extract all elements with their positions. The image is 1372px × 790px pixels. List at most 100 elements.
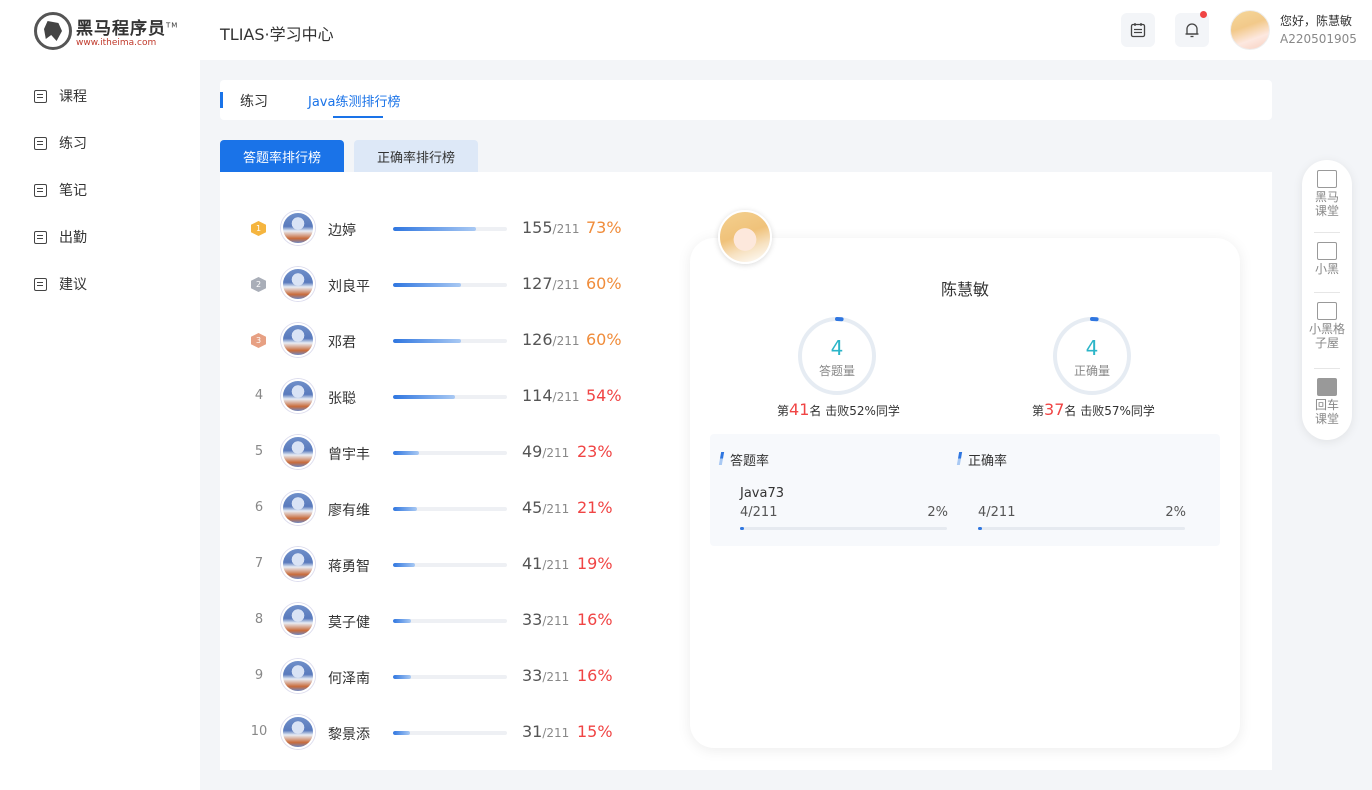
gold-medal-icon: 1 bbox=[251, 221, 266, 236]
progress-fill bbox=[393, 675, 412, 679]
correct-rate-percent: 2% bbox=[1165, 505, 1186, 520]
rank-number: 9 bbox=[254, 668, 264, 683]
page-title: TLIAS·学习中心 bbox=[220, 25, 334, 44]
correct-rate-title: 正确率 bbox=[968, 450, 1007, 469]
silver-medal-icon: 2 bbox=[251, 277, 266, 292]
horse-logo-icon bbox=[34, 12, 72, 50]
rank-number: 4 bbox=[254, 388, 264, 403]
answer-percent: 54% bbox=[586, 386, 622, 405]
float-divider bbox=[1314, 232, 1340, 233]
progress-fill bbox=[393, 339, 462, 343]
user-id: A220501905 bbox=[1280, 32, 1357, 46]
progress-bar bbox=[393, 395, 507, 399]
ranking-row: 8 莫子健 33/211 16% bbox=[220, 600, 640, 640]
answer-count: 45/211 bbox=[522, 498, 570, 517]
classroom-icon bbox=[1317, 170, 1337, 188]
float-item-enter-classroom[interactable]: 回车课堂 bbox=[1302, 378, 1352, 426]
progress-fill bbox=[393, 283, 462, 287]
bronze-medal-icon: 3 bbox=[251, 333, 266, 348]
progress-fill bbox=[393, 227, 477, 231]
answer-count: 41/211 bbox=[522, 554, 570, 573]
avatar bbox=[281, 379, 315, 413]
suggestion-icon bbox=[34, 277, 47, 291]
brand-name: 黑马程序员TM bbox=[76, 19, 179, 39]
answer-count-label: 答题量 bbox=[818, 364, 855, 378]
correct-rate-bar bbox=[978, 527, 1185, 530]
student-name: 何泽南 bbox=[328, 671, 370, 687]
tab-practice[interactable]: 练习 bbox=[240, 91, 268, 111]
sidebar-item-attendance[interactable]: 出勤 bbox=[34, 225, 87, 249]
calendar-icon bbox=[1130, 23, 1146, 38]
sidebar-item-label: 建议 bbox=[59, 277, 87, 293]
correct-rate-ranking-button[interactable]: 正确率排行榜 bbox=[354, 140, 478, 172]
sidebar-item-label: 课程 bbox=[59, 89, 87, 105]
answer-rank-text: 第41名 击败52%同学 bbox=[777, 400, 900, 419]
answer-count: 155/211 bbox=[522, 218, 580, 237]
progress-bar bbox=[393, 619, 507, 623]
progress-fill bbox=[393, 507, 417, 511]
answer-rate-percent: 2% bbox=[927, 505, 948, 520]
ranking-row: 4 张聪 114/211 54% bbox=[220, 376, 640, 416]
sidebar-item-label: 笔记 bbox=[59, 183, 87, 199]
tab-bar: 练习 Java练测排行榜 bbox=[220, 80, 1272, 120]
profile-card: 陈慧敏 4 答题量 第41名 击败52%同学 4 正确量 第37名 击败57%同… bbox=[690, 238, 1240, 748]
progress-bar bbox=[393, 507, 507, 511]
rank-number: 2 bbox=[255, 280, 262, 289]
answer-count: 33/211 bbox=[522, 610, 570, 629]
progress-bar bbox=[393, 675, 507, 679]
answer-percent: 15% bbox=[577, 722, 613, 741]
brand-url: www.itheima.com bbox=[76, 38, 157, 48]
student-name: 刘良平 bbox=[328, 279, 370, 295]
answer-count: 127/211 bbox=[522, 274, 580, 293]
answer-rate-fraction: 4/211 bbox=[740, 505, 778, 520]
ranking-row: 7 蒋勇智 41/211 19% bbox=[220, 544, 640, 584]
answer-percent: 19% bbox=[577, 554, 613, 573]
answer-count: 126/211 bbox=[522, 330, 580, 349]
answer-count-gauge: 4 答题量 bbox=[797, 316, 877, 396]
sidebar-item-course[interactable]: 课程 bbox=[34, 84, 87, 108]
float-divider bbox=[1314, 292, 1340, 293]
correct-rate-fraction: 4/211 bbox=[978, 505, 1016, 520]
answer-rate-fill bbox=[740, 527, 745, 530]
answer-percent: 60% bbox=[586, 274, 622, 293]
float-item-classroom[interactable]: 黑马课堂 bbox=[1302, 170, 1352, 218]
float-item-grid-house[interactable]: 小黑格子屋 bbox=[1302, 302, 1352, 350]
ranking-row: 9 何泽南 33/211 16% bbox=[220, 656, 640, 696]
correct-rate-fill bbox=[978, 527, 983, 530]
progress-bar bbox=[393, 451, 507, 455]
answer-rate-ranking-button[interactable]: 答题率排行榜 bbox=[220, 140, 344, 172]
sidebar-item-notes[interactable]: 笔记 bbox=[34, 178, 87, 202]
active-tab-underline bbox=[333, 116, 383, 118]
student-name: 边婷 bbox=[328, 223, 356, 239]
tab-leaderboard[interactable]: Java练测排行榜 bbox=[308, 91, 400, 110]
answer-count-value: 4 bbox=[830, 336, 844, 360]
answer-percent: 16% bbox=[577, 610, 613, 629]
avatar[interactable] bbox=[1230, 10, 1270, 50]
rank-number: 10 bbox=[250, 724, 268, 739]
user-greeting: 您好，陈慧敏 bbox=[1280, 14, 1353, 28]
progress-fill bbox=[393, 731, 411, 735]
rank-number: 6 bbox=[254, 500, 264, 515]
student-name: 莫子健 bbox=[328, 615, 370, 631]
brand-logo[interactable]: 黑马程序员TM www.itheima.com bbox=[34, 12, 184, 50]
course-icon bbox=[34, 89, 47, 103]
sidebar-item-practice[interactable]: 练习 bbox=[34, 131, 87, 155]
float-item-xiaohei[interactable]: 小黑 bbox=[1302, 242, 1352, 276]
progress-bar bbox=[393, 227, 507, 231]
notification-button[interactable] bbox=[1175, 11, 1209, 47]
ranking-row: 5 曾宇丰 49/211 23% bbox=[220, 432, 640, 472]
attendance-icon bbox=[34, 230, 47, 244]
avatar bbox=[281, 435, 315, 469]
calendar-button[interactable] bbox=[1121, 13, 1155, 47]
answer-count: 31/211 bbox=[522, 722, 570, 741]
avatar bbox=[281, 603, 315, 637]
floating-toolbar: 黑马课堂 小黑 小黑格子屋 回车课堂 bbox=[1302, 160, 1352, 440]
rate-stats: 答题率 Java73 4/211 2% 正确率 4/211 2% bbox=[710, 434, 1220, 546]
avatar bbox=[281, 211, 315, 245]
ranking-row: 6 廖有维 45/211 21% bbox=[220, 488, 640, 528]
avatar bbox=[281, 715, 315, 749]
answer-percent: 16% bbox=[577, 666, 613, 685]
sidebar-item-suggestion[interactable]: 建议 bbox=[34, 272, 87, 296]
avatar bbox=[281, 323, 315, 357]
enter-icon bbox=[1317, 378, 1337, 396]
